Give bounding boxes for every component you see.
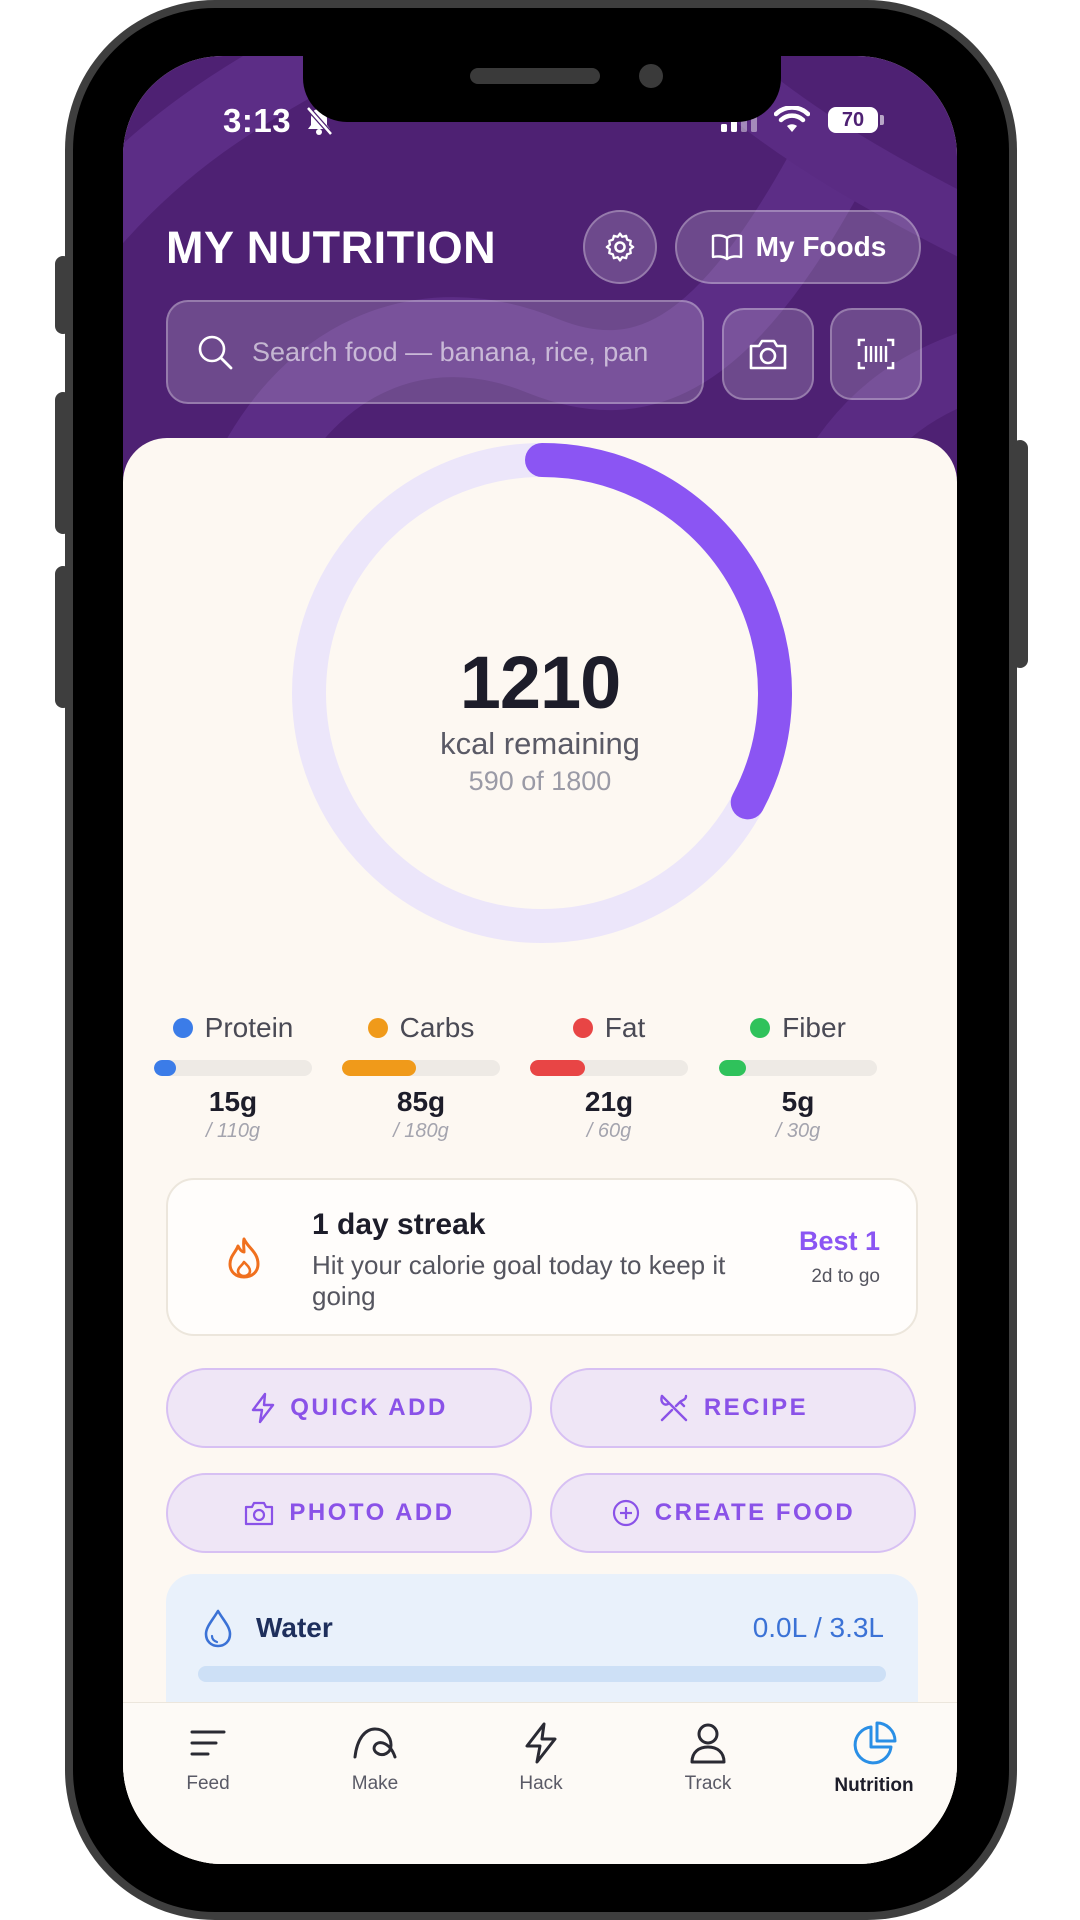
settings-button[interactable] [583,210,657,284]
power-button [1012,440,1028,668]
nav-make[interactable]: Make [315,1721,435,1795]
macro-value: 5g [781,1086,815,1117]
search-icon [198,335,233,370]
battery-tip [880,115,884,125]
macro-name: Fat [604,1012,646,1043]
macro-progress-track [719,1060,877,1076]
nav-feed[interactable]: Feed [148,1721,268,1795]
macro-name: Carbs [399,1012,475,1043]
gear-icon [605,232,635,262]
macro-progress-track [154,1060,312,1076]
macro-goal: / 60g [586,1120,632,1142]
macro-progress-track [342,1060,500,1076]
nav-hack[interactable]: Hack [481,1721,601,1795]
lightning-icon [525,1722,557,1764]
nav-label: Nutrition [834,1775,914,1796]
macro-value: 15g [208,1086,258,1117]
macro-goal: / 180g [393,1120,449,1142]
nav-track[interactable]: Track [648,1721,768,1795]
recipe-button[interactable]: RECIPE [550,1368,916,1448]
recipe-label: RECIPE [703,1394,809,1421]
volume-down-button [55,566,71,708]
photo-add-button[interactable]: PHOTO ADD [166,1473,532,1553]
streak-card[interactable]: 1 day streak Hit your calorie goal today… [166,1178,918,1336]
make-icon [353,1727,397,1759]
nav-label: Feed [186,1773,230,1794]
create-food-label: CREATE FOOD [654,1499,856,1526]
create-food-button[interactable]: CREATE FOOD [550,1473,916,1553]
status-time: 3:13 [223,102,292,139]
streak-title: 1 day streak [312,1208,486,1241]
speaker [470,68,600,84]
camera-scan-button[interactable] [722,308,814,400]
macro-name: Protein [204,1012,294,1043]
quick-add-button[interactable]: QUICK ADD [166,1368,532,1448]
nav-label: Make [351,1773,399,1794]
macro-fiber: Fiber 5g / 30g [719,1012,877,1143]
streak-days-to-go: 2d to go [811,1266,880,1287]
macro-progress-fill [342,1060,417,1076]
header: 3:13 70 MY NUTRITION My Foods Search foo… [123,56,957,496]
mute-switch [55,256,71,334]
macro-progress-fill [154,1060,177,1076]
barcode-scan-button[interactable] [830,308,922,400]
macro-value: 85g [396,1086,446,1117]
macro-progress-fill [719,1060,746,1076]
water-progress-track [198,1666,886,1682]
pie-chart-icon [853,1721,897,1765]
streak-description: Hit your calorie goal today to keep it g… [312,1250,726,1311]
bottom-nav: Feed Make Hack Track Nutrition [123,1702,957,1864]
search-box[interactable] [166,300,704,404]
person-icon [690,1723,726,1764]
kcal-remaining-label: kcal remaining [440,726,640,761]
page-title: MY NUTRITION [166,222,497,273]
macro-progress-track [530,1060,688,1076]
search-input[interactable] [252,336,692,368]
macro-value: 21g [584,1086,634,1117]
nav-nutrition[interactable]: Nutrition [814,1721,934,1797]
fat-dot [572,1018,593,1038]
quick-add-label: QUICK ADD [290,1394,448,1421]
macro-fat: Fat 21g / 60g [530,1012,688,1143]
notch [303,56,781,122]
book-icon [711,234,742,261]
macro-progress-fill [530,1060,586,1076]
camera-icon [749,339,787,370]
macro-name: Fiber [782,1012,846,1043]
lightning-icon [251,1392,275,1424]
front-camera [639,64,663,88]
barcode-icon [857,338,895,370]
utensils-icon [660,1394,688,1422]
photo-add-label: PHOTO ADD [289,1499,455,1526]
wifi-icon [774,106,810,132]
kcal-consumed-summary: 590 of 1800 [468,766,612,796]
fiber-dot [750,1018,771,1038]
app-screen: 3:13 70 MY NUTRITION My Foods Search foo… [123,56,957,1864]
water-label: Water [256,1612,333,1643]
macro-protein: Protein 15g / 110g [154,1012,312,1143]
plus-circle-icon [612,1499,639,1527]
volume-up-button [55,392,71,534]
my-foods-button[interactable]: My Foods [675,210,921,284]
feed-icon [190,1730,226,1756]
macro-goal: / 110g [205,1120,261,1142]
camera-icon [245,1501,274,1526]
nav-label: Hack [519,1773,563,1794]
battery-indicator: 70 [828,107,878,133]
protein-dot [172,1018,193,1038]
nav-label: Track [684,1773,732,1794]
kcal-remaining-value: 1210 [459,641,622,724]
flame-icon [228,1237,260,1279]
water-drop-icon [204,1609,232,1648]
macro-goal: / 30g [775,1120,821,1142]
water-value: 0.0L / 3.3L [752,1612,884,1643]
macro-carbs: Carbs 85g / 180g [342,1012,500,1143]
streak-best: Best 1 [798,1226,880,1256]
my-foods-label: My Foods [755,231,887,262]
carbs-dot [367,1018,388,1038]
